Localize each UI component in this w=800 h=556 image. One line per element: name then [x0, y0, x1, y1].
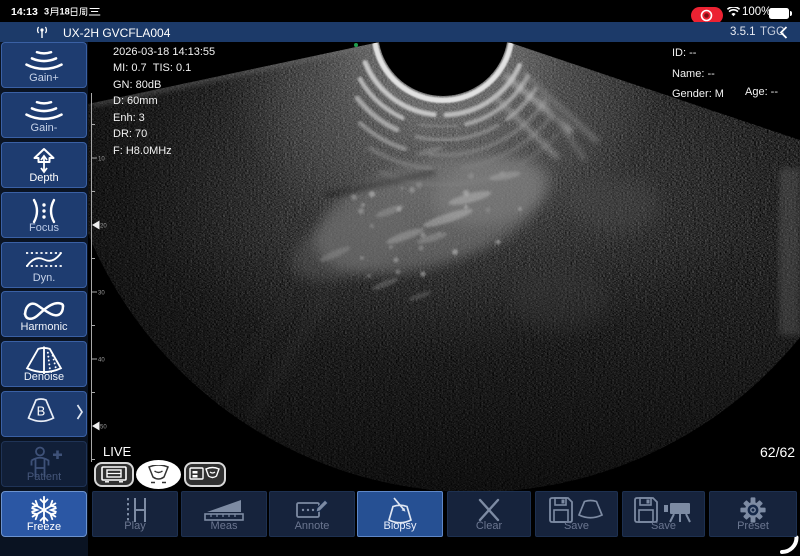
svg-text:18: 18: [60, 6, 70, 16]
svg-text:40: 40: [98, 358, 105, 364]
svg-text:50: 50: [100, 425, 107, 431]
svg-text:3: 3: [44, 6, 49, 16]
svg-text:30: 30: [98, 291, 105, 297]
svg-text:B: B: [37, 404, 46, 419]
svg-text:20: 20: [100, 224, 107, 230]
svg-text:10: 10: [98, 157, 105, 163]
